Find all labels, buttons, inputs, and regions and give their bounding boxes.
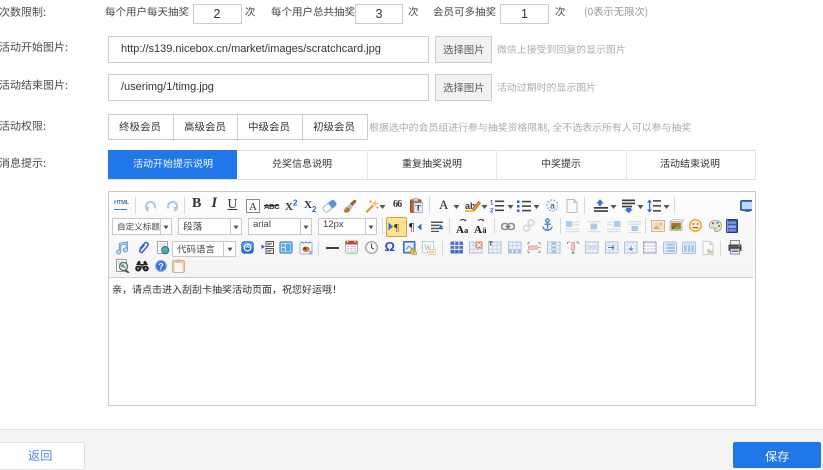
svg-text:A: A (249, 201, 257, 213)
svg-text:T: T (415, 203, 421, 213)
svg-text:ä: ä (482, 225, 487, 234)
svg-text:A: A (456, 224, 464, 234)
svg-text:a: a (550, 201, 555, 211)
svg-text:X: X (304, 199, 312, 211)
svg-text:2: 2 (312, 205, 317, 213)
svg-text:1: 1 (490, 200, 494, 206)
svg-text:ABC: ABC (264, 202, 280, 211)
svg-text:a: a (464, 225, 469, 234)
svg-text:?: ? (158, 261, 164, 271)
svg-text:X: X (285, 201, 293, 212)
svg-text:2: 2 (490, 208, 494, 213)
svg-text:2: 2 (293, 199, 298, 208)
svg-text:A: A (474, 224, 482, 234)
svg-text:¶: ¶ (394, 222, 399, 232)
svg-text:¶: ¶ (409, 222, 415, 233)
